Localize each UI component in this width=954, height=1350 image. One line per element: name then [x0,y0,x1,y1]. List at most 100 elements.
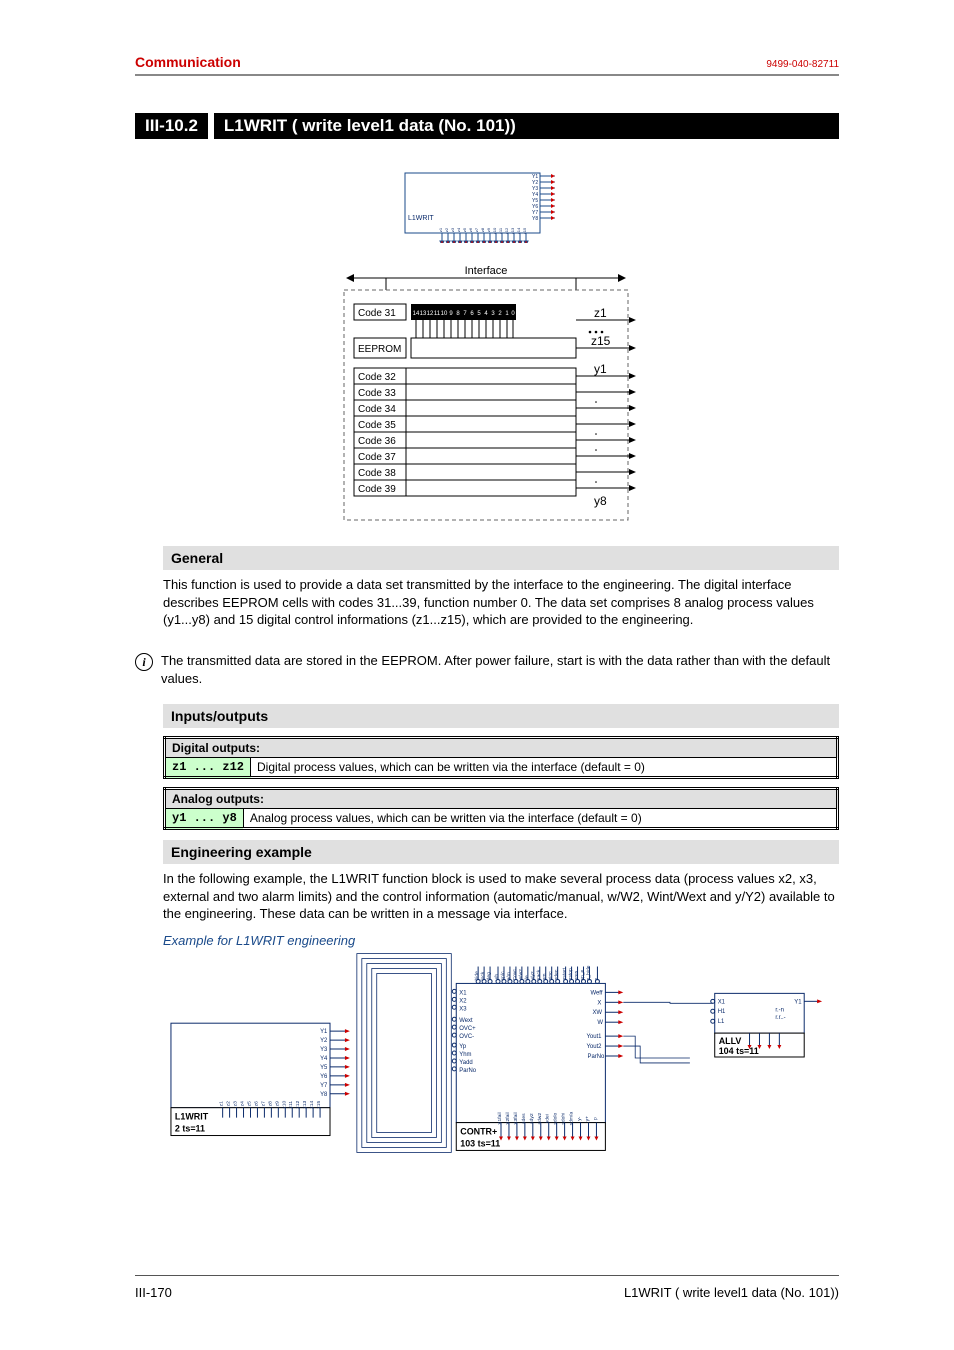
engineering-caption: Example for L1WRIT engineering [163,933,839,948]
svg-text:Code 32: Code 32 [358,372,396,383]
svg-text:z1: z1 [219,1101,225,1106]
footer-rule [135,1275,839,1276]
svg-text:z13: z13 [510,227,515,234]
svg-text:r.-n: r.-n [775,1007,784,1013]
footer-title: L1WRIT ( write level1 data (No. 101)) [624,1285,839,1300]
analog-outputs-table: Analog outputs: y1 ... y8 Analog process… [163,787,839,830]
general-paragraph-2: The transmitted data are stored in the E… [161,652,839,687]
svg-text:10: 10 [441,311,448,317]
svg-text:ALLV: ALLV [719,1036,742,1046]
svg-text:sdm/a: sdm/a [569,1112,575,1126]
svg-text:103 ts=11: 103 ts=11 [460,1138,500,1148]
svg-text:z14: z14 [516,227,521,234]
svg-text:p: p [593,1117,598,1120]
svg-text:104 ts=11: 104 ts=11 [719,1046,759,1056]
svg-text:Code 37: Code 37 [358,452,396,463]
svg-text:y8: y8 [594,494,607,508]
svg-text:z15: z15 [522,227,527,234]
svg-text:ParNo: ParNo [587,1054,605,1060]
page-header: Communication 9499-040-82711 [135,54,839,70]
digital-outputs-title: Digital outputs: [165,738,838,758]
svg-text:Code 36: Code 36 [358,436,396,447]
info-note: i The transmitted data are stored in the… [135,652,839,687]
svg-text:z13: z13 [302,1100,308,1108]
svg-text:Yadd: Yadd [459,1060,472,1066]
svg-text:z5: z5 [462,227,467,232]
analog-output-desc: Analog process values, which can be writ… [243,809,837,829]
svg-text:ostop: ostop [568,968,574,980]
section-number: III-10.2 [135,113,208,139]
svg-text:odec: odec [554,969,560,980]
svg-text:z6: z6 [253,1101,259,1106]
svg-text:X1: X1 [718,999,726,1005]
section-title: III-10.2 L1WRIT ( write level1 data (No.… [135,113,839,139]
digital-output-label: z1 ... z12 [165,758,251,778]
svg-text:L1WRIT: L1WRIT [175,1112,209,1122]
svg-text:Y3: Y3 [320,1047,328,1053]
general-heading: General [163,546,839,570]
svg-text:Yout1: Yout1 [586,1034,602,1040]
svg-text:OVC+: OVC+ [459,1026,476,1032]
page-footer: III-170 L1WRIT ( write level1 data (No. … [135,1285,839,1300]
svg-text:sdei: sdei [545,1114,551,1123]
svg-text:z12: z12 [504,227,509,234]
svg-text:Code 31: Code 31 [358,308,396,319]
svg-text:Y5: Y5 [320,1065,328,1071]
svg-text:Code 39: Code 39 [358,484,396,495]
function-block-symbol: L1WRIT Y1 Y2 Y3 Y4 Y5 Y6 Y7 Y8 z1 z2 z3 … [385,163,590,243]
engineering-paragraph: In the following example, the L1WRIT fun… [163,870,839,923]
io-heading: Inputs/outputs [163,704,839,728]
svg-text:z6: z6 [468,227,473,232]
svg-text:p_hide: p_hide [585,965,591,980]
io-section: Inputs/outputs Digital outputs: z1 ... z… [163,704,839,830]
svg-text:z4: z4 [456,227,461,232]
svg-text:Y6: Y6 [320,1074,328,1080]
header-rule [135,74,839,76]
svg-text:XW: XW [592,1010,602,1016]
svg-text:X3fail: X3fail [513,1112,519,1124]
svg-text:z2: z2 [226,1101,232,1106]
svg-text:hide: hide [474,971,480,981]
svg-text:Y1: Y1 [320,1029,328,1035]
svg-text:z7: z7 [260,1101,266,1106]
svg-text:z11: z11 [288,1101,294,1109]
svg-text:ores: ores [574,970,580,980]
svg-text:y1: y1 [594,362,607,376]
svg-text:Code 38: Code 38 [358,468,396,479]
svg-text:EEPROM: EEPROM [358,344,401,355]
svg-text:z14: z14 [309,1100,315,1108]
svg-text:Interface: Interface [465,265,508,277]
svg-text:H1: H1 [718,1009,726,1015]
svg-text:ParNo: ParNo [459,1068,477,1074]
svg-text:OVC-: OVC- [459,1034,474,1040]
svg-text:Code 35: Code 35 [358,420,396,431]
svg-text:Y7: Y7 [320,1083,328,1089]
svg-text:z9: z9 [274,1101,280,1106]
svg-text:Code 33: Code 33 [358,388,396,399]
svg-text:z10: z10 [492,227,497,234]
general-paragraph-1: This function is used to provide a data … [163,576,839,629]
svg-text:z2: z2 [444,227,449,232]
svg-text:Yout2: Yout2 [586,1044,602,1050]
svg-text:w/w2: w/w2 [518,969,524,981]
svg-text:z12: z12 [295,1100,301,1108]
section-heading: L1WRIT ( write level1 data (No. 101)) [214,113,839,139]
svg-text:Yp: Yp [459,1044,467,1050]
svg-text:z4: z4 [240,1101,246,1106]
digital-output-desc: Digital process values, which can be wri… [251,758,838,778]
svg-text:Wext: Wext [459,1018,473,1024]
svg-text:sdolo: sdolo [553,1112,559,1124]
engineering-heading: Engineering example [163,840,839,864]
svg-text:z9: z9 [486,227,491,232]
analog-outputs-title: Analog outputs: [165,789,838,809]
svg-text:sdy2: sdy2 [529,1113,535,1124]
svg-text:Y8: Y8 [320,1092,328,1098]
svg-text:2 ts=11: 2 ts=11 [175,1124,205,1134]
svg-text:z15: z15 [316,1100,322,1108]
info-icon: i [135,653,153,671]
svg-text:r.r..-: r.r..- [775,1015,785,1021]
header-docnum: 9499-040-82711 [766,59,839,70]
svg-text:track: track [536,969,542,980]
svg-text:L1: L1 [718,1019,725,1025]
svg-text:lock: lock [480,971,486,980]
